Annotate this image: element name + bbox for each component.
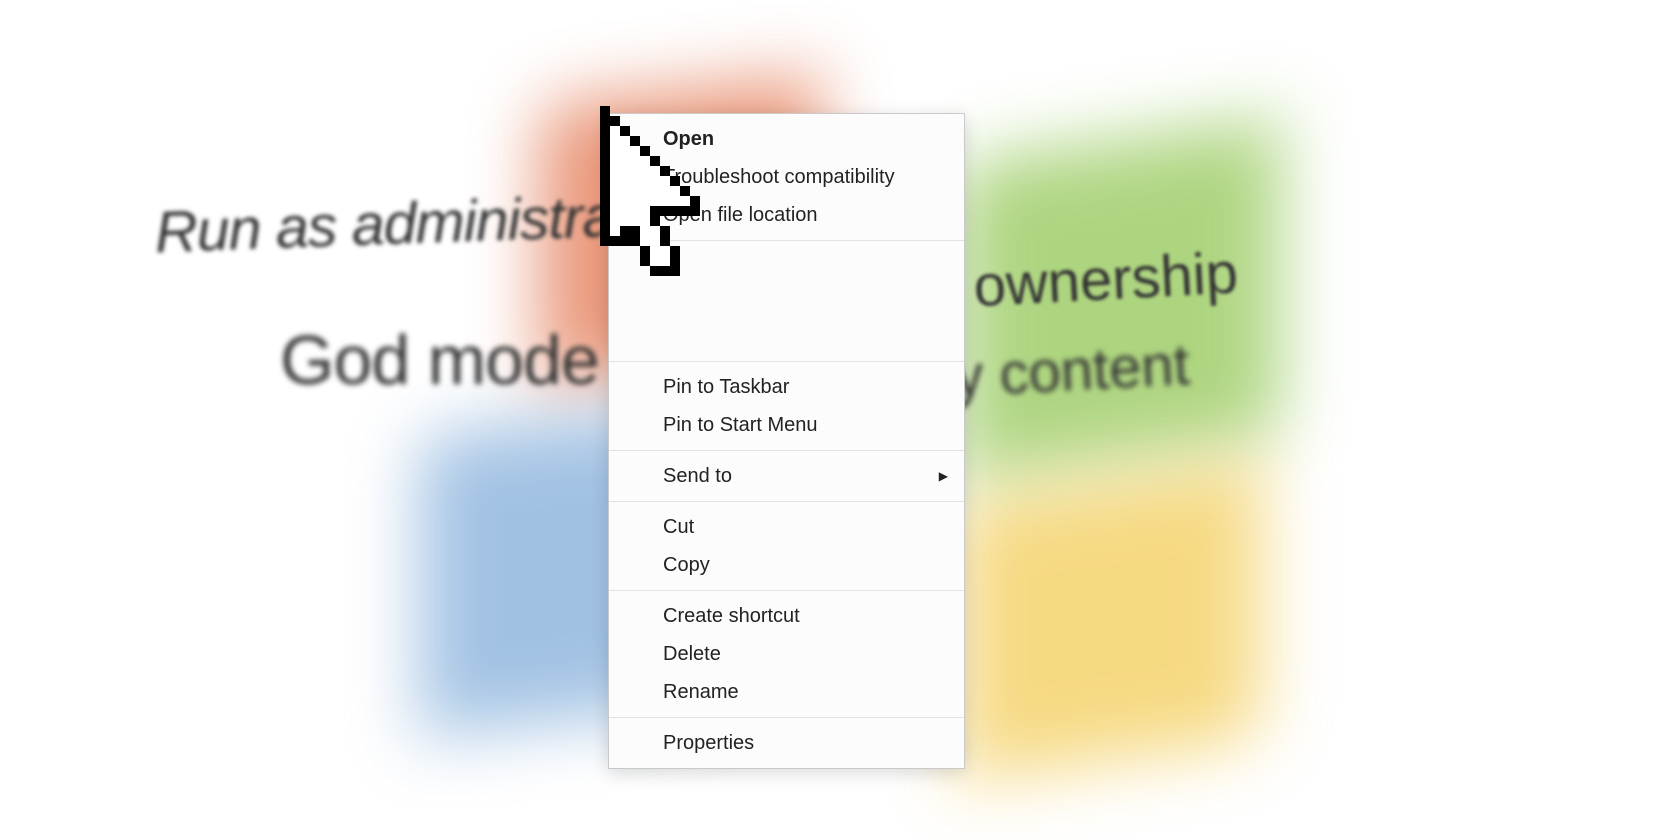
context-menu-section: Pin to Taskbar Pin to Start Menu	[609, 361, 964, 450]
context-menu-item-label: Copy	[663, 554, 710, 576]
context-menu-item-open[interactable]: Open	[609, 120, 964, 158]
context-menu-item-cut[interactable]: Cut	[609, 508, 964, 546]
context-menu-item-label: Pin to Start Menu	[663, 414, 818, 436]
context-menu-item-label: Open file location	[663, 204, 818, 226]
bg-text-god-mode: God mode	[280, 320, 599, 400]
submenu-arrow-icon: ▶	[939, 467, 948, 485]
context-menu-section	[609, 240, 964, 361]
context-menu-item-rename[interactable]: Rename	[609, 673, 964, 711]
context-menu-item-label: Troubleshoot compatibility	[663, 166, 895, 188]
context-menu-section: Properties	[609, 717, 964, 768]
context-menu-item-open-file-location[interactable]: Open file location	[609, 196, 964, 234]
context-menu-item-pin-to-taskbar[interactable]: Pin to Taskbar	[609, 368, 964, 406]
flag-green	[960, 118, 1280, 483]
bg-text-run-as-administrator: Run as administrator	[154, 181, 681, 266]
context-menu-item-copy[interactable]: Copy	[609, 546, 964, 584]
context-menu-item-label: Delete	[663, 643, 721, 665]
context-menu-item-create-shortcut[interactable]: Create shortcut	[609, 597, 964, 635]
context-menu-item-send-to[interactable]: Send to ▶	[609, 457, 964, 495]
context-menu-section: Send to ▶	[609, 450, 964, 501]
context-menu-item-pin-to-start-menu[interactable]: Pin to Start Menu	[609, 406, 964, 444]
context-menu: Open Troubleshoot compatibility Open file …	[608, 113, 965, 769]
context-menu-item-label: Pin to Taskbar	[663, 376, 789, 398]
context-menu-section: Create shortcut Delete Rename	[609, 590, 964, 717]
context-menu-section: Open Troubleshoot compatibility Open file …	[609, 114, 964, 240]
context-menu-item-label: Rename	[663, 681, 739, 703]
context-menu-item-label: Send to	[663, 465, 732, 487]
context-menu-blank-row	[609, 319, 964, 355]
context-menu-section: Cut Copy	[609, 501, 964, 590]
context-menu-item-properties[interactable]: Properties	[609, 724, 964, 762]
context-menu-item-label: Open	[663, 128, 714, 150]
context-menu-blank-row	[609, 283, 964, 319]
context-menu-item-troubleshoot-compatibility[interactable]: Troubleshoot compatibility	[609, 158, 964, 196]
context-menu-item-delete[interactable]: Delete	[609, 635, 964, 673]
flag-yellow	[960, 459, 1260, 781]
context-menu-item-label: Properties	[663, 732, 754, 754]
context-menu-item-label: Cut	[663, 516, 694, 538]
context-menu-blank-row	[609, 247, 964, 283]
context-menu-item-label: Create shortcut	[663, 605, 800, 627]
